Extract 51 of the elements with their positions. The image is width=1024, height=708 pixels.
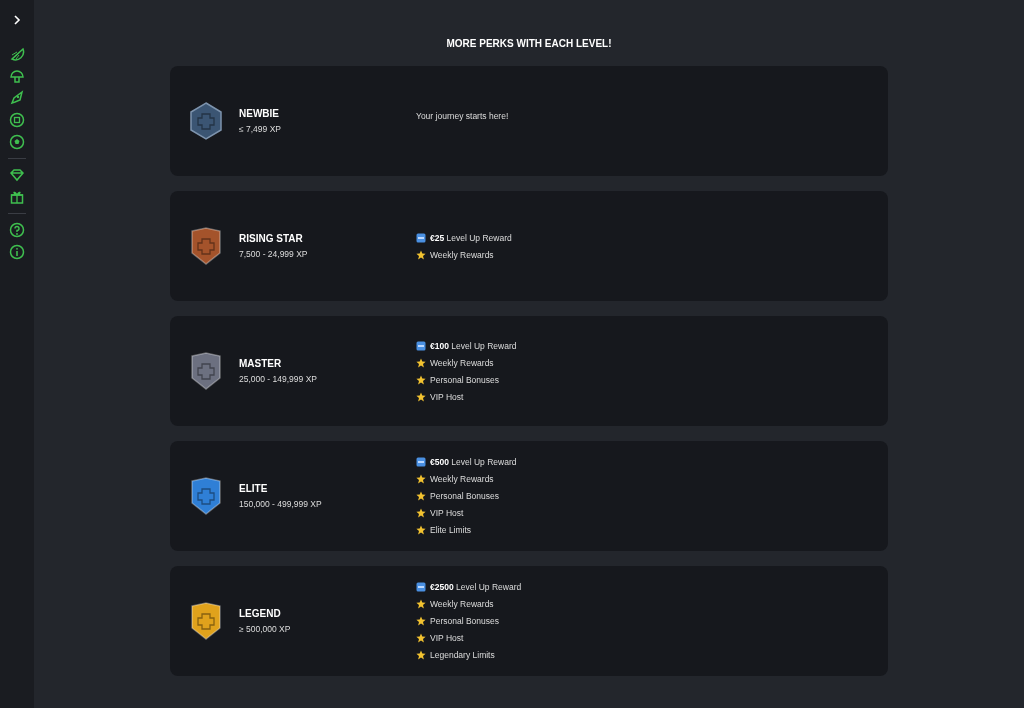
level-name: NEWBIE: [239, 108, 280, 119]
mushroom-icon[interactable]: [9, 68, 25, 84]
perk-text: Personal Bonuses: [430, 491, 499, 501]
star-icon: [416, 508, 426, 518]
reward-icon: [416, 582, 426, 592]
reward-icon: [416, 457, 426, 467]
perk-text: Weekly Rewards: [430, 599, 494, 609]
help-icon[interactable]: [9, 222, 25, 238]
perk-text: VIP Host: [430, 508, 464, 518]
star-icon: [416, 391, 426, 402]
star-icon: [416, 357, 426, 368]
star-icon: [416, 650, 426, 660]
perk-text: Weekly Rewards: [430, 474, 494, 484]
xp-range: ≤ 7,499 XP: [239, 124, 282, 134]
level-name: MASTER: [239, 358, 283, 369]
star-icon: [416, 616, 426, 626]
perk-text: €500 Level Up Reward: [430, 457, 517, 467]
xp-range: 25,000 - 149,999 XP: [239, 374, 318, 384]
star-icon: [416, 491, 426, 501]
diamond-icon[interactable]: [9, 167, 25, 183]
chip-icon[interactable]: [9, 112, 25, 128]
perk-text: Elite Limits: [430, 525, 472, 535]
star-icon: [416, 599, 426, 609]
xp-range: ≥ 500,000 XP: [239, 624, 292, 634]
reward-icon: [416, 232, 426, 243]
xp-range: 150,000 - 499,999 XP: [239, 499, 323, 509]
star-icon: [416, 474, 426, 484]
xp-range: 7,500 - 24,999 XP: [239, 249, 309, 259]
page-heading: MORE PERKS WITH EACH LEVEL!: [446, 38, 612, 49]
perk-text: VIP Host: [430, 391, 464, 402]
perk-text: Weekly Rewards: [430, 249, 494, 260]
perk-text: Weekly Rewards: [430, 357, 494, 368]
gift-icon[interactable]: [9, 189, 25, 205]
star-icon: [416, 374, 426, 385]
perk-text: €2500 Level Up Reward: [430, 582, 522, 592]
info-icon[interactable]: [9, 244, 25, 260]
perk-text: Personal Bonuses: [430, 616, 499, 626]
level-name: ELITE: [239, 483, 269, 494]
perk-text: Personal Bonuses: [430, 374, 499, 385]
star-icon: [416, 249, 426, 260]
perk-text: €100 Level Up Reward: [430, 340, 517, 351]
perk-text: Legendary Limits: [430, 650, 495, 660]
level-note: Your journey starts here!: [416, 111, 509, 121]
level-name: RISING STAR: [239, 233, 304, 244]
ball-icon[interactable]: [9, 134, 25, 150]
level-name: LEGEND: [239, 608, 282, 619]
star-icon: [416, 633, 426, 643]
perk-text: VIP Host: [430, 633, 464, 643]
star-icon: [416, 525, 426, 535]
perk-text: €25 Level Up Reward: [430, 232, 512, 243]
reward-icon: [416, 340, 426, 351]
